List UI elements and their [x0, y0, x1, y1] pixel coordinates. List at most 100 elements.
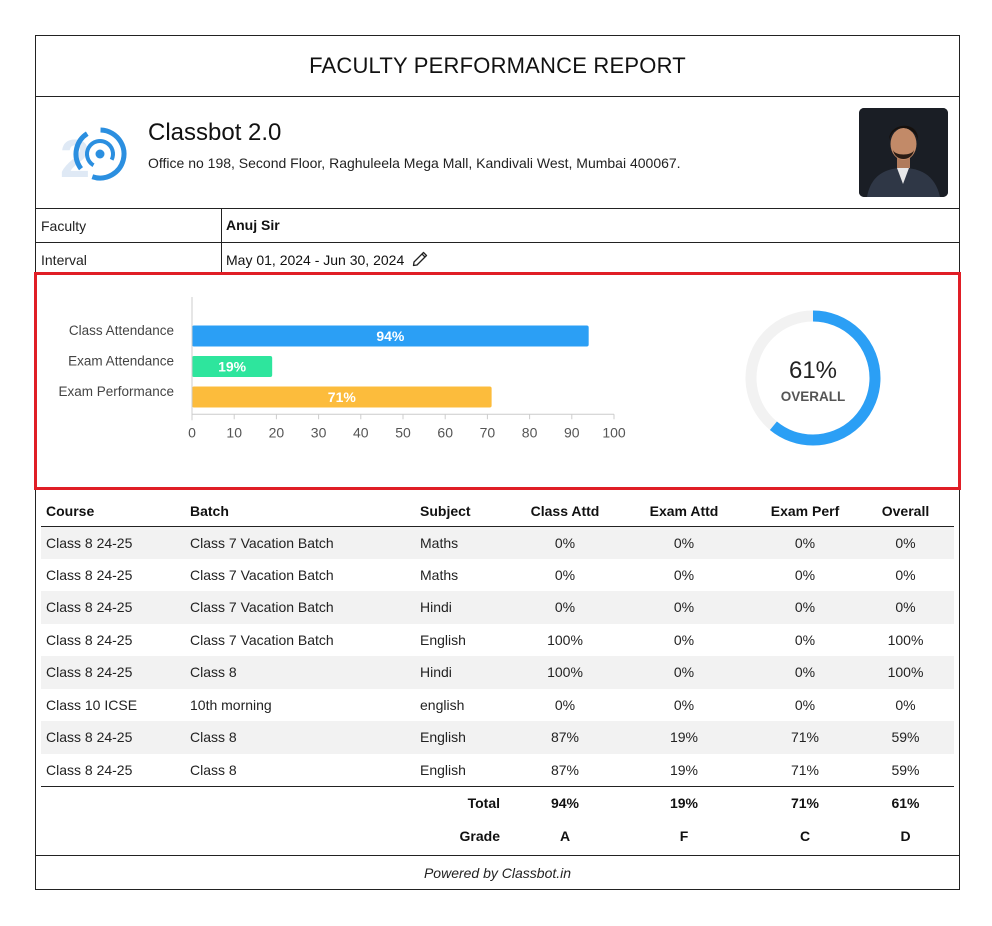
interval-value-wrap: May 01, 2024 - Jun 30, 2024 — [226, 251, 428, 268]
table-cell: Class 7 Vacation Batch — [185, 526, 415, 559]
donut-chart: 61% OVERALL — [745, 310, 881, 446]
grade-value: A — [515, 819, 615, 852]
table-cell: Class 8 24-25 — [46, 566, 133, 583]
table-cell: Class 8 — [185, 721, 415, 754]
column-header: Exam Perf — [753, 496, 857, 527]
total-value: 61% — [857, 785, 954, 819]
report-card: FACULTY PERFORMANCE REPORT 2 Classbot 2.… — [34, 35, 961, 890]
table-cell: Hindi — [415, 591, 515, 624]
table-row: Class 8 24-25 Class 8 Hindi 100% 0% 0% 100% — [41, 656, 954, 689]
table-row: Class 10 ICSE 10th morning english 0% 0% 0% 0% — [41, 689, 954, 722]
table-cell: 19% — [669, 761, 699, 778]
interval-value: May 01, 2024 - Jun 30, 2024 — [226, 252, 405, 268]
x-tick-label: 40 — [353, 424, 369, 440]
table-cell: 59% — [857, 721, 954, 754]
table-cell: Hindi — [415, 656, 515, 689]
table-cell: 10th morning — [190, 696, 272, 713]
grade-value: C — [753, 819, 857, 852]
table-cell: english — [420, 696, 465, 713]
category-label: Exam Attendance — [68, 354, 174, 369]
table-cell: 0% — [753, 656, 857, 689]
column-header: Exam Attd — [615, 496, 753, 527]
donut-center-value: 61% — [789, 357, 837, 384]
x-tick-label: 70 — [480, 424, 496, 440]
x-tick-label: 0 — [188, 424, 196, 440]
table-cell: 0% — [753, 526, 857, 559]
table-cell: 87% — [515, 721, 615, 754]
table-cell: 71% — [790, 761, 820, 778]
report-title: FACULTY PERFORMANCE REPORT — [36, 36, 959, 97]
table-cell: Maths — [420, 566, 459, 583]
table-body: Class 8 24-25 Class 7 Vacation Batch Maths… — [41, 526, 954, 786]
category-label: Class Attendance — [69, 323, 174, 338]
table-cell: 0% — [615, 656, 753, 689]
table-cell: English — [420, 761, 466, 778]
x-tick-label: 80 — [522, 424, 538, 440]
table-cell: 59% — [891, 761, 920, 778]
data-label: 71% — [328, 389, 357, 405]
table-cell: 0% — [857, 526, 954, 559]
table-cell: 0% — [554, 566, 576, 583]
table-cell: 0% — [615, 591, 753, 624]
x-tick-label: 100 — [602, 424, 626, 440]
x-tick-label: 90 — [564, 424, 580, 440]
avatar-photo — [859, 108, 948, 197]
table-cell: 0% — [615, 526, 753, 559]
grade-label: Grade — [41, 819, 515, 852]
pencil-icon[interactable] — [412, 251, 428, 267]
chart-panel: Class Attendance 94% Exam Attendance 19% Exa… — [34, 272, 961, 490]
org-name: Classbot 2.0 — [148, 119, 282, 146]
table-cell: English — [415, 721, 515, 754]
row-divider — [221, 209, 222, 243]
x-tick-label: 30 — [311, 424, 327, 440]
table-row: Class 8 24-25 Class 8 English 87% 19% 71% 59% — [41, 721, 954, 754]
table-cell: 0% — [515, 591, 615, 624]
table-cell: Class 8 — [185, 656, 415, 689]
table-cell: 0% — [753, 591, 857, 624]
table-header-row: Course Batch Subject Class Attd Exam Att… — [41, 496, 954, 527]
faculty-value: Anuj Sir — [226, 217, 280, 233]
table-cell: Class 7 Vacation Batch — [185, 591, 415, 624]
table-cell: 0% — [794, 696, 816, 713]
total-label: Total — [41, 785, 515, 819]
column-header: Subject — [415, 496, 515, 527]
table-cell: Class 10 ICSE — [46, 696, 138, 713]
table-cell: Class 8 — [190, 761, 237, 778]
table-cell: Class 8 24-25 — [46, 631, 133, 648]
column-header: Overall — [857, 496, 954, 527]
org-address: Office no 198, Second Floor, Raghuleela … — [148, 155, 681, 171]
table-cell: 0% — [515, 526, 615, 559]
column-header: Batch — [185, 496, 415, 527]
table-cell: Maths — [415, 526, 515, 559]
category-label: Exam Performance — [58, 384, 174, 399]
table-cell: 0% — [673, 696, 695, 713]
table-cell: 100% — [515, 656, 615, 689]
donut-center-label: OVERALL — [781, 389, 846, 404]
grade-value: D — [857, 819, 954, 852]
table-cell: 0% — [895, 696, 916, 713]
table-cell: Class 8 24-25 — [41, 526, 185, 559]
table-cell: 0% — [794, 566, 816, 583]
table-cell: Class 7 Vacation Batch — [190, 566, 334, 583]
table-cell: Class 8 24-25 — [41, 656, 185, 689]
x-tick-label: 20 — [269, 424, 285, 440]
table-cell: English — [420, 631, 466, 648]
x-tick-label: 10 — [226, 424, 242, 440]
table-cell: 87% — [550, 761, 580, 778]
page-background: FACULTY PERFORMANCE REPORT 2 Classbot 2.… — [0, 0, 992, 926]
footer-credit: Powered by Classbot.in — [36, 855, 959, 889]
table-cell: Class 8 24-25 — [46, 761, 133, 778]
table-cell: Class 8 24-25 — [41, 721, 185, 754]
grade-row: Grade A F C D — [41, 819, 954, 852]
total-row: Total 94% 19% 71% 61% — [41, 785, 954, 819]
data-label: 94% — [376, 328, 405, 344]
column-header: Class Attd — [515, 496, 615, 527]
faculty-label: Faculty — [41, 218, 87, 234]
total-value: 71% — [753, 785, 857, 819]
table-row: Class 8 24-25 Class 7 Vacation Batch Maths… — [41, 526, 954, 559]
grade-value: F — [615, 819, 753, 852]
total-value: 94% — [515, 785, 615, 819]
logo-icon: 2 — [60, 127, 127, 183]
org-header: 2 Classbot 2.0 Office no 198, Second Flo… — [36, 97, 959, 209]
table-cell: Class 8 24-25 — [41, 591, 185, 624]
